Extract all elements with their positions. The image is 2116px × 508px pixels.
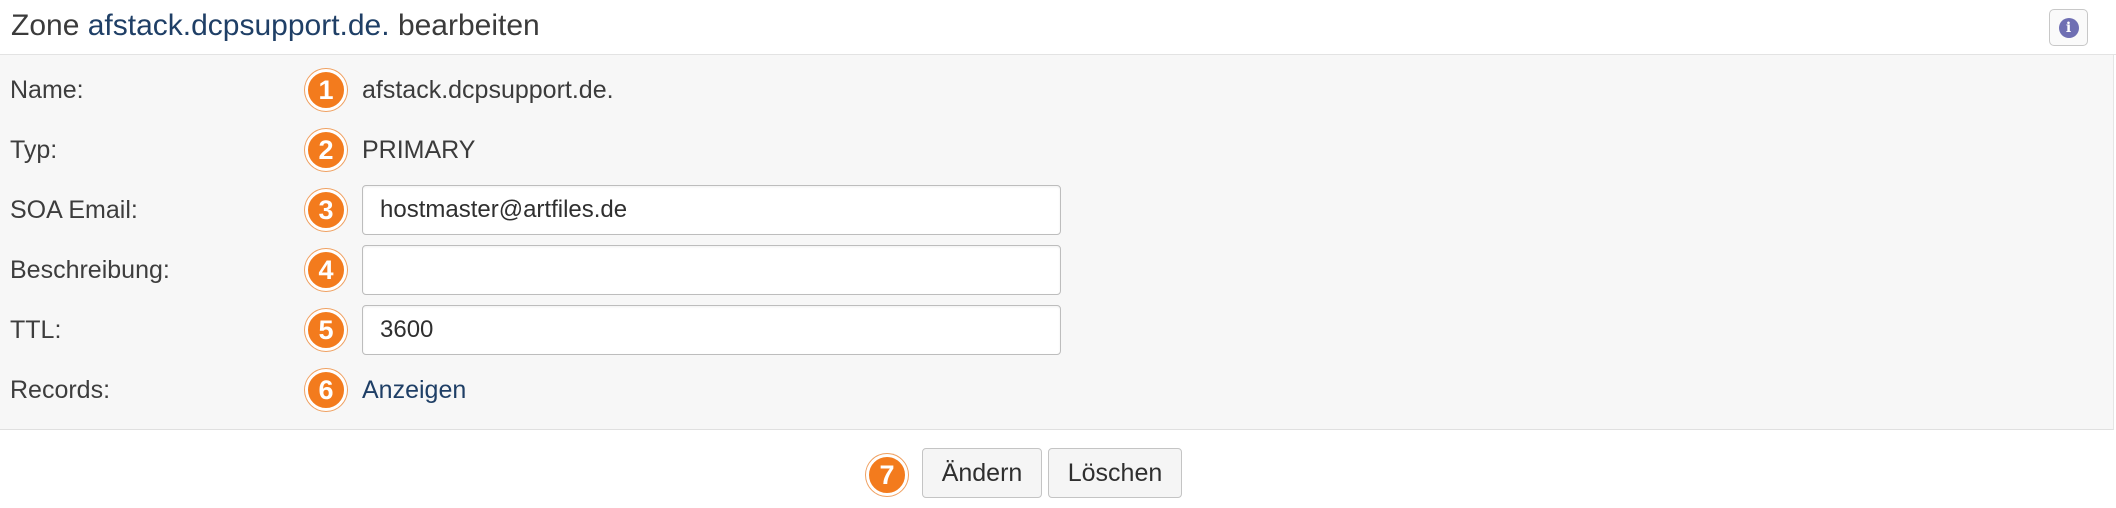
page-title: Zone afstack.dcpsupport.de. bearbeiten [11, 6, 540, 46]
page-header: Zone afstack.dcpsupport.de. bearbeiten i [0, 0, 2116, 55]
description-input[interactable] [362, 245, 1061, 295]
records-row: Records: 6 Anzeigen [0, 360, 2113, 420]
title-prefix: Zone [11, 9, 80, 42]
marker-badge-3: 3 [305, 189, 347, 231]
marker-badge-2: 2 [305, 129, 347, 171]
marker-badge-7: 7 [866, 454, 908, 496]
ttl-label: TTL: [10, 316, 62, 344]
delete-button[interactable]: Löschen [1048, 448, 1182, 498]
title-suffix: bearbeiten [397, 9, 540, 42]
description-row: Beschreibung: 4 [0, 240, 2113, 300]
name-label: Name: [10, 76, 84, 104]
type-value: PRIMARY [362, 136, 476, 164]
change-button[interactable]: Ändern [922, 448, 1042, 498]
zone-form-panel: Name: 1 afstack.dcpsupport.de. Typ: 2 PR… [0, 55, 2114, 430]
ttl-row: TTL: 5 [0, 300, 2113, 360]
description-label: Beschreibung: [10, 256, 170, 284]
soa-email-input[interactable] [362, 185, 1061, 235]
info-button[interactable]: i [2049, 9, 2088, 46]
marker-badge-1: 1 [305, 69, 347, 111]
soa-email-label: SOA Email: [10, 196, 138, 224]
type-label: Typ: [10, 136, 58, 164]
records-label: Records: [10, 376, 111, 404]
records-show-link[interactable]: Anzeigen [362, 360, 466, 420]
zone-name-link[interactable]: afstack.dcpsupport.de. [88, 9, 390, 42]
ttl-input[interactable] [362, 305, 1061, 355]
info-icon: i [2058, 17, 2079, 38]
name-row: Name: 1 afstack.dcpsupport.de. [0, 60, 2113, 120]
marker-badge-5: 5 [305, 309, 347, 351]
marker-badge-6: 6 [305, 369, 347, 411]
soa-email-row: SOA Email: 3 [0, 180, 2113, 240]
marker-badge-4: 4 [305, 249, 347, 291]
type-row: Typ: 2 PRIMARY [0, 120, 2113, 180]
name-value: afstack.dcpsupport.de. [362, 76, 614, 104]
